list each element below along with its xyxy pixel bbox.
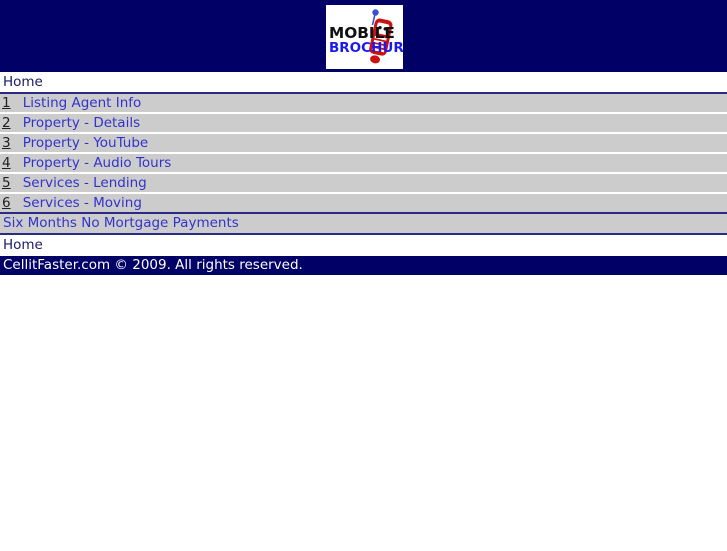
- mobile-brochure-logo[interactable]: MOBILE BROCHURE: [326, 5, 403, 69]
- page-empty-area: [0, 275, 727, 551]
- menu-link-services-moving[interactable]: Services - Moving: [17, 195, 142, 211]
- access-key-2: 2: [2, 115, 11, 131]
- breadcrumb-label: Home: [3, 74, 43, 90]
- promo-banner-row[interactable]: Six Months No Mortgage Payments: [0, 212, 727, 235]
- menu-item-5[interactable]: 5 Services - Lending: [0, 174, 727, 194]
- footer-text: CellitFaster.com © 2009. All rights rese…: [3, 257, 303, 273]
- menu-item-3[interactable]: 3 Property - YouTube: [0, 134, 727, 154]
- access-key-6: 6: [2, 195, 11, 211]
- menu-link-services-lending[interactable]: Services - Lending: [17, 175, 147, 191]
- access-key-3: 3: [2, 135, 11, 151]
- menu-item-1[interactable]: 1 Listing Agent Info: [0, 94, 727, 114]
- access-key-5: 5: [2, 175, 11, 191]
- logo-graphic: MOBILE BROCHURE: [326, 5, 403, 69]
- breadcrumb-home-bottom[interactable]: Home: [0, 235, 727, 256]
- logo-word-brochure: BROCHURE: [329, 40, 403, 56]
- menu-link-listing-agent-info[interactable]: Listing Agent Info: [17, 95, 142, 111]
- menu-link-property-details[interactable]: Property - Details: [17, 115, 140, 131]
- menu-item-2[interactable]: 2 Property - Details: [0, 114, 727, 134]
- breadcrumb-label: Home: [3, 237, 43, 253]
- main-menu-list: 1 Listing Agent Info 2 Property - Detail…: [0, 94, 727, 212]
- footer-copyright: CellitFaster.com © 2009. All rights rese…: [0, 256, 727, 275]
- site-header-banner: MOBILE BROCHURE: [0, 0, 727, 72]
- menu-link-property-youtube[interactable]: Property - YouTube: [17, 135, 148, 151]
- menu-link-property-audio-tours[interactable]: Property - Audio Tours: [17, 155, 172, 171]
- access-key-4: 4: [2, 155, 11, 171]
- menu-item-4[interactable]: 4 Property - Audio Tours: [0, 154, 727, 174]
- access-key-1: 1: [2, 95, 11, 111]
- promo-link-six-months-no-mortgage-payments[interactable]: Six Months No Mortgage Payments: [3, 215, 239, 231]
- breadcrumb-home-top[interactable]: Home: [0, 72, 727, 94]
- menu-item-6[interactable]: 6 Services - Moving: [0, 194, 727, 212]
